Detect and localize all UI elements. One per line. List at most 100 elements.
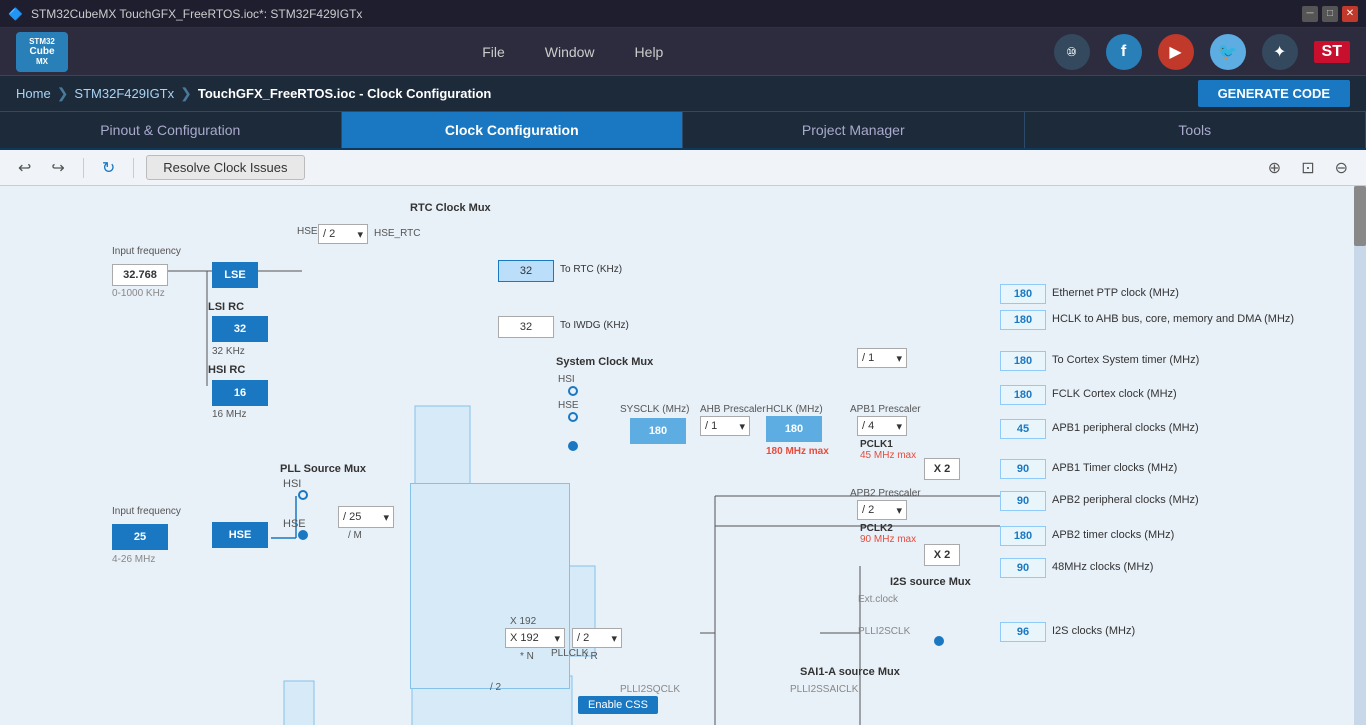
pllclk-label: PLLCLK bbox=[551, 648, 588, 659]
minimize-button[interactable]: ─ bbox=[1302, 6, 1318, 22]
breadcrumb-bar: Home ❯ STM32F429IGTx ❯ TouchGFX_FreeRTOS… bbox=[0, 76, 1366, 112]
ahb-prescaler-label: AHB Prescaler bbox=[700, 404, 766, 415]
pll-source-mux-label: PLL Source Mux bbox=[280, 463, 366, 475]
zoom-out-button[interactable]: ⊖ bbox=[1329, 154, 1354, 182]
redo-button[interactable]: ↪ bbox=[45, 154, 70, 182]
tab-pinout[interactable]: Pinout & Configuration bbox=[0, 112, 342, 148]
hsi-sys-label: HSI bbox=[558, 374, 575, 385]
apb2-div-dropdown[interactable]: / 2 ▾ bbox=[857, 500, 907, 520]
menu-file[interactable]: File bbox=[482, 44, 505, 60]
pll-hsi-radio[interactable] bbox=[298, 490, 308, 500]
lsi-val-box[interactable]: 32 bbox=[212, 316, 268, 342]
input-freq-val-2[interactable]: 25 bbox=[112, 524, 168, 550]
window-title: STM32CubeMX TouchGFX_FreeRTOS.ioc*: STM3… bbox=[31, 7, 1302, 21]
hse-sys-radio[interactable] bbox=[568, 412, 578, 422]
input-freq-val-1[interactable]: 32.768 bbox=[112, 264, 168, 286]
pllclk-sys-radio[interactable] bbox=[568, 441, 578, 451]
tab-clock[interactable]: Clock Configuration bbox=[342, 112, 684, 148]
generate-code-button[interactable]: GENERATE CODE bbox=[1198, 80, 1350, 107]
breadcrumb-sep-1: ❯ bbox=[57, 85, 69, 102]
window-controls: ─ □ ✕ bbox=[1302, 6, 1358, 22]
output-val-1: 180 bbox=[1000, 310, 1046, 330]
undo-button[interactable]: ↩ bbox=[12, 154, 37, 182]
i2s-mul-n-dropdown[interactable]: X 192 ▾ bbox=[505, 628, 565, 648]
pll-hse-label: HSE bbox=[283, 518, 306, 530]
output-val-2: 180 bbox=[1000, 351, 1046, 371]
input-freq-range-1: 0-1000 KHz bbox=[112, 288, 165, 299]
i2s-div-r-label: / R bbox=[585, 651, 598, 662]
output-label-0: Ethernet PTP clock (MHz) bbox=[1052, 287, 1179, 299]
cortex-div-dropdown[interactable]: / 1 ▾ bbox=[857, 348, 907, 368]
tab-tools[interactable]: Tools bbox=[1025, 112, 1366, 148]
hsi-sys-radio[interactable] bbox=[568, 386, 578, 396]
facebook-icon[interactable]: f bbox=[1106, 34, 1142, 70]
to-iwdg-label: To IWDG (KHz) bbox=[560, 320, 629, 331]
apb1-x2-box: X 2 bbox=[924, 458, 960, 480]
div-m-dropdown[interactable]: / 25 ▾ bbox=[338, 506, 394, 528]
pclk2-label: PCLK2 bbox=[860, 523, 893, 534]
output-label-2: To Cortex System timer (MHz) bbox=[1052, 354, 1199, 366]
to-rtc-val[interactable]: 32 bbox=[498, 260, 554, 282]
lse-box[interactable]: LSE bbox=[212, 262, 258, 288]
apb1-div-dropdown[interactable]: / 4 ▾ bbox=[857, 416, 907, 436]
canvas-wrapper: Input frequency 32.768 0-1000 KHz LSE LS… bbox=[0, 186, 1366, 725]
wires-svg bbox=[0, 186, 1366, 725]
ahb-div-dropdown[interactable]: / 1 ▾ bbox=[700, 416, 750, 436]
hsi-range: 16 MHz bbox=[212, 409, 246, 420]
menu-help[interactable]: Help bbox=[635, 44, 664, 60]
clock-diagram-canvas: Input frequency 32.768 0-1000 KHz LSE LS… bbox=[0, 186, 1366, 725]
close-button[interactable]: ✕ bbox=[1342, 6, 1358, 22]
app-logo: 🔷 bbox=[8, 7, 23, 21]
output-label-6: APB2 peripheral clocks (MHz) bbox=[1052, 494, 1199, 506]
maximize-button[interactable]: □ bbox=[1322, 6, 1338, 22]
vertical-scrollbar[interactable] bbox=[1354, 186, 1366, 725]
tab-project[interactable]: Project Manager bbox=[683, 112, 1025, 148]
hclk-val[interactable]: 180 bbox=[766, 416, 822, 442]
logo-stm: STM32 bbox=[29, 37, 55, 46]
titlebar: 🔷 STM32CubeMX TouchGFX_FreeRTOS.ioc*: ST… bbox=[0, 0, 1366, 28]
output-label-5: APB1 Timer clocks (MHz) bbox=[1052, 462, 1177, 474]
anniversary-icon: ⑩ bbox=[1054, 34, 1090, 70]
breadcrumb-home[interactable]: Home bbox=[16, 86, 51, 101]
hse-rtc-src: HSE bbox=[297, 226, 318, 237]
plli2s-div2-label: / 2 bbox=[490, 682, 501, 693]
zoom-in-button[interactable]: ⊕ bbox=[1262, 154, 1287, 182]
resolve-clock-button[interactable]: Resolve Clock Issues bbox=[146, 155, 304, 180]
pll-hse-radio[interactable] bbox=[298, 530, 308, 540]
i2s-mul-n-dropdown-label: X 192 bbox=[510, 616, 536, 627]
breadcrumb-file[interactable]: TouchGFX_FreeRTOS.ioc - Clock Configurat… bbox=[198, 86, 491, 101]
apb2-prescaler-label: APB2 Prescaler bbox=[850, 488, 921, 499]
hsi-val-box[interactable]: 16 bbox=[212, 380, 268, 406]
scrollbar-thumb[interactable] bbox=[1354, 186, 1366, 246]
network-icon[interactable]: ✦ bbox=[1262, 34, 1298, 70]
input-freq-label-2: Input frequency bbox=[112, 506, 181, 517]
hse-box[interactable]: HSE bbox=[212, 522, 268, 548]
tab-bar: Pinout & Configuration Clock Configurati… bbox=[0, 112, 1366, 150]
sysclk-val[interactable]: 180 bbox=[630, 418, 686, 444]
breadcrumb-chip[interactable]: STM32F429IGTx bbox=[74, 86, 174, 101]
twitter-icon[interactable]: 🐦 bbox=[1210, 34, 1246, 70]
fit-button[interactable]: ⊡ bbox=[1295, 154, 1320, 182]
i2s-div-r-dropdown[interactable]: / 2 ▾ bbox=[572, 628, 622, 648]
apb2-x2-box: X 2 bbox=[924, 544, 960, 566]
toolbar-sep-1 bbox=[83, 158, 84, 178]
div-m-label: / M bbox=[348, 530, 362, 541]
refresh-button[interactable]: ↻ bbox=[96, 154, 121, 182]
toolbar-sep-2 bbox=[133, 158, 134, 178]
pclk2-max: 90 MHz max bbox=[860, 534, 916, 545]
menu-items: File Window Help bbox=[92, 44, 1054, 60]
hse-div2-dropdown[interactable]: / 2 ▾ bbox=[318, 224, 368, 244]
output-val-3: 180 bbox=[1000, 385, 1046, 405]
youtube-icon[interactable]: ▶ bbox=[1158, 34, 1194, 70]
output-val-0: 180 bbox=[1000, 284, 1046, 304]
plli2sclk-radio[interactable] bbox=[934, 636, 944, 646]
hse-rtc-label: HSE_RTC bbox=[374, 228, 421, 239]
hsi-rc-label: HSI RC bbox=[208, 364, 245, 376]
to-iwdg-val[interactable]: 32 bbox=[498, 316, 554, 338]
toolbar: ↩ ↪ ↻ Resolve Clock Issues ⊕ ⊡ ⊖ bbox=[0, 150, 1366, 186]
input-freq-label-1: Input frequency bbox=[112, 246, 181, 257]
plli2sclk-label: PLLI2SCLK bbox=[858, 626, 910, 637]
menu-window[interactable]: Window bbox=[545, 44, 595, 60]
enable-css-button[interactable]: Enable CSS bbox=[578, 696, 658, 714]
i2s-source-mux-label: I2S source Mux bbox=[890, 576, 971, 588]
